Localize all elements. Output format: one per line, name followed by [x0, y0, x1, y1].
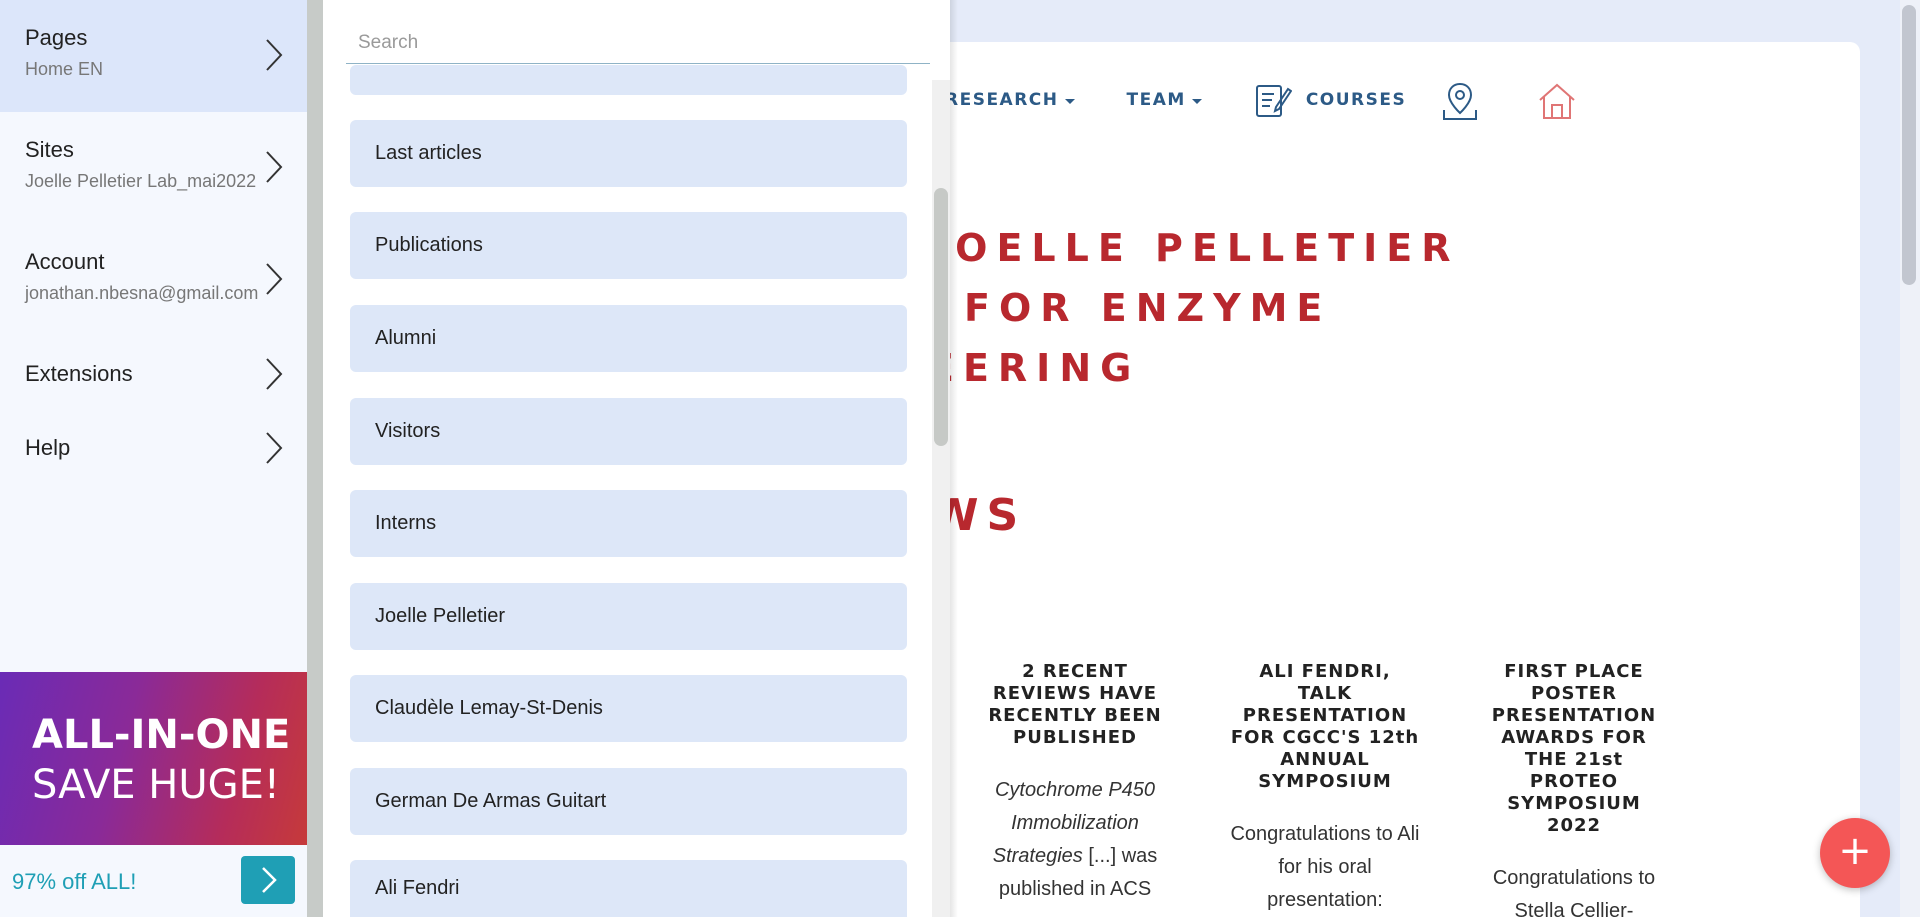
- nav-team-label: TEAM: [1126, 90, 1186, 110]
- nav-courses-label: COURSES: [1305, 90, 1407, 110]
- pages-scrollbar-thumb[interactable]: [934, 188, 948, 446]
- map-pin-icon[interactable]: [1440, 80, 1480, 122]
- caret-down-icon: [1191, 99, 1202, 104]
- page-list-item-label: Ali Fendri: [375, 877, 460, 899]
- chevron-right-icon: [266, 432, 283, 464]
- promo-headline: ALL-IN-ONE: [32, 712, 291, 758]
- promo-subheadline: SAVE HUGE!: [32, 762, 280, 808]
- chevron-right-icon: [266, 151, 283, 183]
- chevron-right-icon: [262, 867, 277, 893]
- home-icon[interactable]: [1536, 80, 1578, 122]
- page-scrollbar-thumb[interactable]: [1902, 5, 1916, 285]
- news-item[interactable]: ALI FENDRI, TALK PRESENTATION FOR CGCC'S…: [1230, 661, 1420, 917]
- chevron-right-icon: [266, 263, 283, 295]
- sidebar-item-sites[interactable]: Sites Joelle Pelletier Lab_mai2022: [0, 112, 307, 224]
- site-title: JOELLE PELLETIER FOR ENZYME EERING: [928, 218, 1460, 398]
- page-list-item[interactable]: Ali Fendri: [350, 860, 907, 917]
- news-item[interactable]: 2 RECENT REVIEWS HAVE RECENTLY BEEN PUBL…: [980, 661, 1170, 906]
- page-list-item[interactable]: Last articles: [350, 120, 907, 187]
- page-list-item[interactable]: Joelle Pelletier: [350, 583, 907, 650]
- news-item-title: 2 RECENT REVIEWS HAVE RECENTLY BEEN PUBL…: [988, 661, 1162, 748]
- nav-research[interactable]: RESEARCH: [945, 90, 1075, 110]
- page-list-item-label: Last articles: [375, 142, 482, 164]
- nav-team[interactable]: TEAM: [1127, 90, 1202, 110]
- caret-down-icon: [1064, 99, 1075, 104]
- page-list-item[interactable]: Alumni: [350, 305, 907, 372]
- sidebar-item-extensions[interactable]: Extensions: [0, 345, 307, 405]
- page-list-item[interactable]: Publications: [350, 212, 907, 279]
- page-list-item[interactable]: [350, 65, 907, 95]
- page-list-item-label: Interns: [375, 512, 437, 534]
- page-list-item[interactable]: Visitors: [350, 398, 907, 465]
- news-item-body: Congratulations to Stella Cellier-Goetgh…: [1492, 867, 1656, 917]
- promo-offer-text: 97% off ALL!: [12, 869, 137, 894]
- page-list-item-label: Joelle Pelletier: [375, 605, 506, 627]
- news-item-body: Cytochrome P450 Immobilization Strategie…: [980, 774, 1170, 906]
- news-item-title: FIRST PLACE POSTER PRESENTATION AWARDS F…: [1491, 661, 1657, 836]
- site-title-line-1: JOELLE PELLETIER: [932, 226, 1460, 270]
- page-list-item-label: Visitors: [375, 420, 441, 442]
- site-title-line-3: EERING: [928, 346, 1141, 390]
- site-nav: RESEARCH TEAM COURSES: [945, 80, 1458, 120]
- chevron-right-icon: [266, 39, 283, 71]
- plus-icon: +: [1838, 828, 1872, 874]
- promo-go-button[interactable]: [241, 856, 295, 904]
- page-list-item[interactable]: Interns: [350, 490, 907, 557]
- chevron-right-icon: [266, 358, 283, 390]
- page-list-item[interactable]: Claudèle Lemay-St-Denis: [350, 675, 907, 742]
- sidebar-item-pages[interactable]: Pages Home EN: [0, 0, 307, 112]
- page-list-item-label: German De Armas Guitart: [375, 790, 607, 812]
- sidebar-item-account[interactable]: Account jonathan.nbesna@gmail.com: [0, 224, 307, 336]
- news-item-title: ALI FENDRI, TALK PRESENTATION FOR CGCC'S…: [1230, 661, 1420, 792]
- page-list-item-label: Alumni: [375, 327, 437, 349]
- add-element-button[interactable]: +: [1820, 818, 1890, 888]
- courses-edit-icon: [1255, 85, 1292, 117]
- page-list-item[interactable]: German De Armas Guitart: [350, 768, 907, 835]
- page-list-item-label: Publications: [375, 234, 483, 256]
- news-item-body: Congratulations to Ali for his oral pres…: [1230, 823, 1420, 911]
- sidebar-item-help[interactable]: Help: [0, 418, 307, 478]
- panel-shadow: [950, 0, 958, 917]
- page-search-input[interactable]: [346, 22, 930, 64]
- site-title-line-2: FOR ENZYME: [964, 286, 1332, 330]
- nav-research-label: RESEARCH: [945, 90, 1059, 110]
- nav-courses[interactable]: COURSES: [1254, 81, 1406, 119]
- panel-divider: [307, 0, 323, 917]
- promo-banner[interactable]: ALL-IN-ONE SAVE HUGE!: [0, 672, 307, 845]
- news-item[interactable]: FIRST PLACE POSTER PRESENTATION AWARDS F…: [1479, 661, 1669, 917]
- page-list-item-label: Claudèle Lemay-St-Denis: [375, 697, 603, 719]
